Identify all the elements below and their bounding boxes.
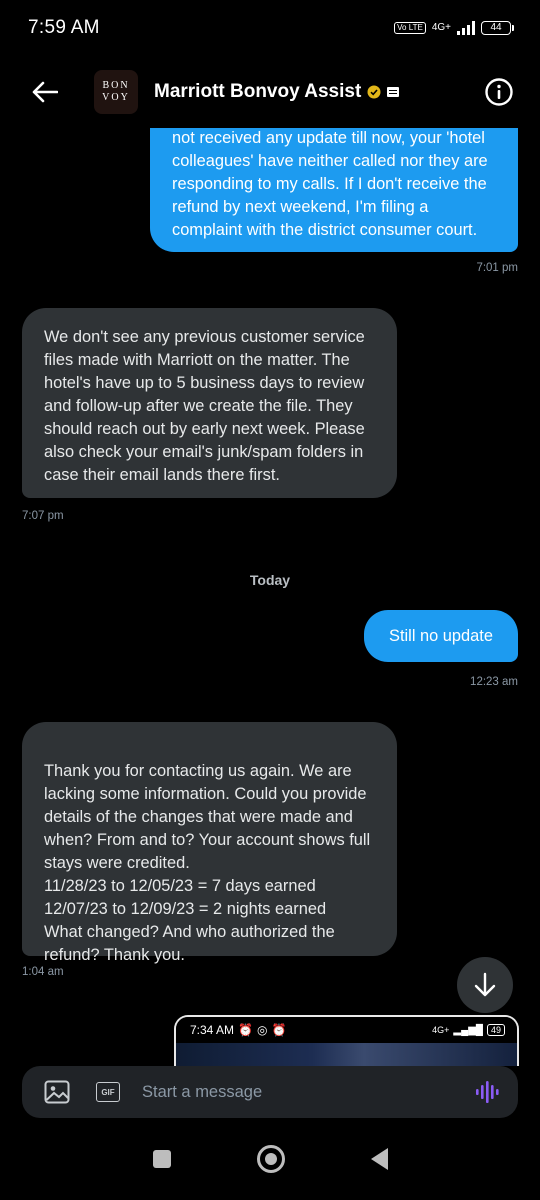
message-composer: GIF Start a message xyxy=(22,1066,518,1118)
logo-line-2: VOY xyxy=(102,92,130,103)
conversation-header: BON VOY Marriott Bonvoy Assist xyxy=(0,56,540,128)
message-list[interactable]: not received any update till now, your '… xyxy=(0,128,540,1066)
preview-status-bar: 7:34 AM ⏰ ◎ ⏰ 4G+ ▂▄▆█ 49 xyxy=(176,1017,517,1043)
battery-icon: 44 xyxy=(481,21,514,35)
message-timestamp: 1:04 am xyxy=(22,966,64,978)
message-bubble-incoming[interactable]: Thank you for contacting us again. We ar… xyxy=(22,722,397,964)
status-bar: 7:59 AM Vo LTE 4G+ 44 xyxy=(0,0,540,56)
signal-icon: ▂▄▆█ xyxy=(453,1024,483,1036)
status-icons: Vo LTE 4G+ 44 xyxy=(394,21,514,35)
message-text: not received any update till now, your '… xyxy=(172,129,488,239)
preview-image-content xyxy=(176,1043,517,1066)
message-timestamp: 12:23 am xyxy=(470,676,518,688)
alarm-icon: ⏰ xyxy=(271,1023,287,1037)
day-separator: Today xyxy=(249,572,291,588)
image-icon[interactable] xyxy=(44,1080,70,1104)
battery-level: 44 xyxy=(481,21,511,35)
title-wrap[interactable]: Marriott Bonvoy Assist xyxy=(154,81,484,103)
scroll-to-bottom-button[interactable] xyxy=(457,957,513,1013)
message-bubble-outgoing[interactable]: not received any update till now, your '… xyxy=(150,128,518,252)
alarm-icon: ⏰ xyxy=(238,1023,253,1037)
message-text: Still no update xyxy=(389,627,493,645)
message-input[interactable]: Start a message xyxy=(142,1083,474,1102)
arrow-down-icon xyxy=(474,972,496,997)
message-text: Thank you for contacting us again. We ar… xyxy=(44,762,371,964)
message-bubble-incoming[interactable]: We don't see any previous customer servi… xyxy=(22,308,397,498)
preview-network: 4G+ xyxy=(432,1025,450,1035)
message-bubble-outgoing[interactable]: Still no update xyxy=(364,610,518,662)
signal-icon xyxy=(457,21,475,35)
preview-battery: 49 xyxy=(486,1024,505,1036)
recents-button[interactable] xyxy=(152,1150,171,1168)
logo-line-1: BON xyxy=(102,80,130,91)
whatsapp-icon: ◎ xyxy=(256,1023,268,1037)
status-time: 7:59 AM xyxy=(28,17,100,38)
arrow-left-icon xyxy=(32,81,58,103)
gif-button[interactable]: GIF xyxy=(96,1082,120,1102)
message-timestamp: 7:07 pm xyxy=(22,510,64,522)
info-icon[interactable] xyxy=(484,77,514,107)
affiliate-logo-icon xyxy=(387,87,400,97)
verified-badge-icon xyxy=(367,85,381,99)
preview-time: 7:34 AM xyxy=(190,1023,235,1037)
home-button[interactable] xyxy=(256,1145,285,1173)
system-navigation-bar xyxy=(0,1118,540,1200)
message-timestamp: 7:01 pm xyxy=(476,262,518,274)
system-back-button[interactable] xyxy=(370,1148,388,1170)
page-title: Marriott Bonvoy Assist xyxy=(154,81,362,102)
avatar[interactable]: BON VOY xyxy=(94,70,138,114)
network-type: 4G+ xyxy=(431,22,451,33)
attached-image-preview[interactable]: 7:34 AM ⏰ ◎ ⏰ 4G+ ▂▄▆█ 49 xyxy=(174,1015,519,1066)
message-text: We don't see any previous customer servi… xyxy=(44,328,365,484)
back-button[interactable] xyxy=(30,77,60,107)
volte-icon: Vo LTE xyxy=(394,22,426,34)
voice-message-icon[interactable] xyxy=(474,1079,500,1105)
